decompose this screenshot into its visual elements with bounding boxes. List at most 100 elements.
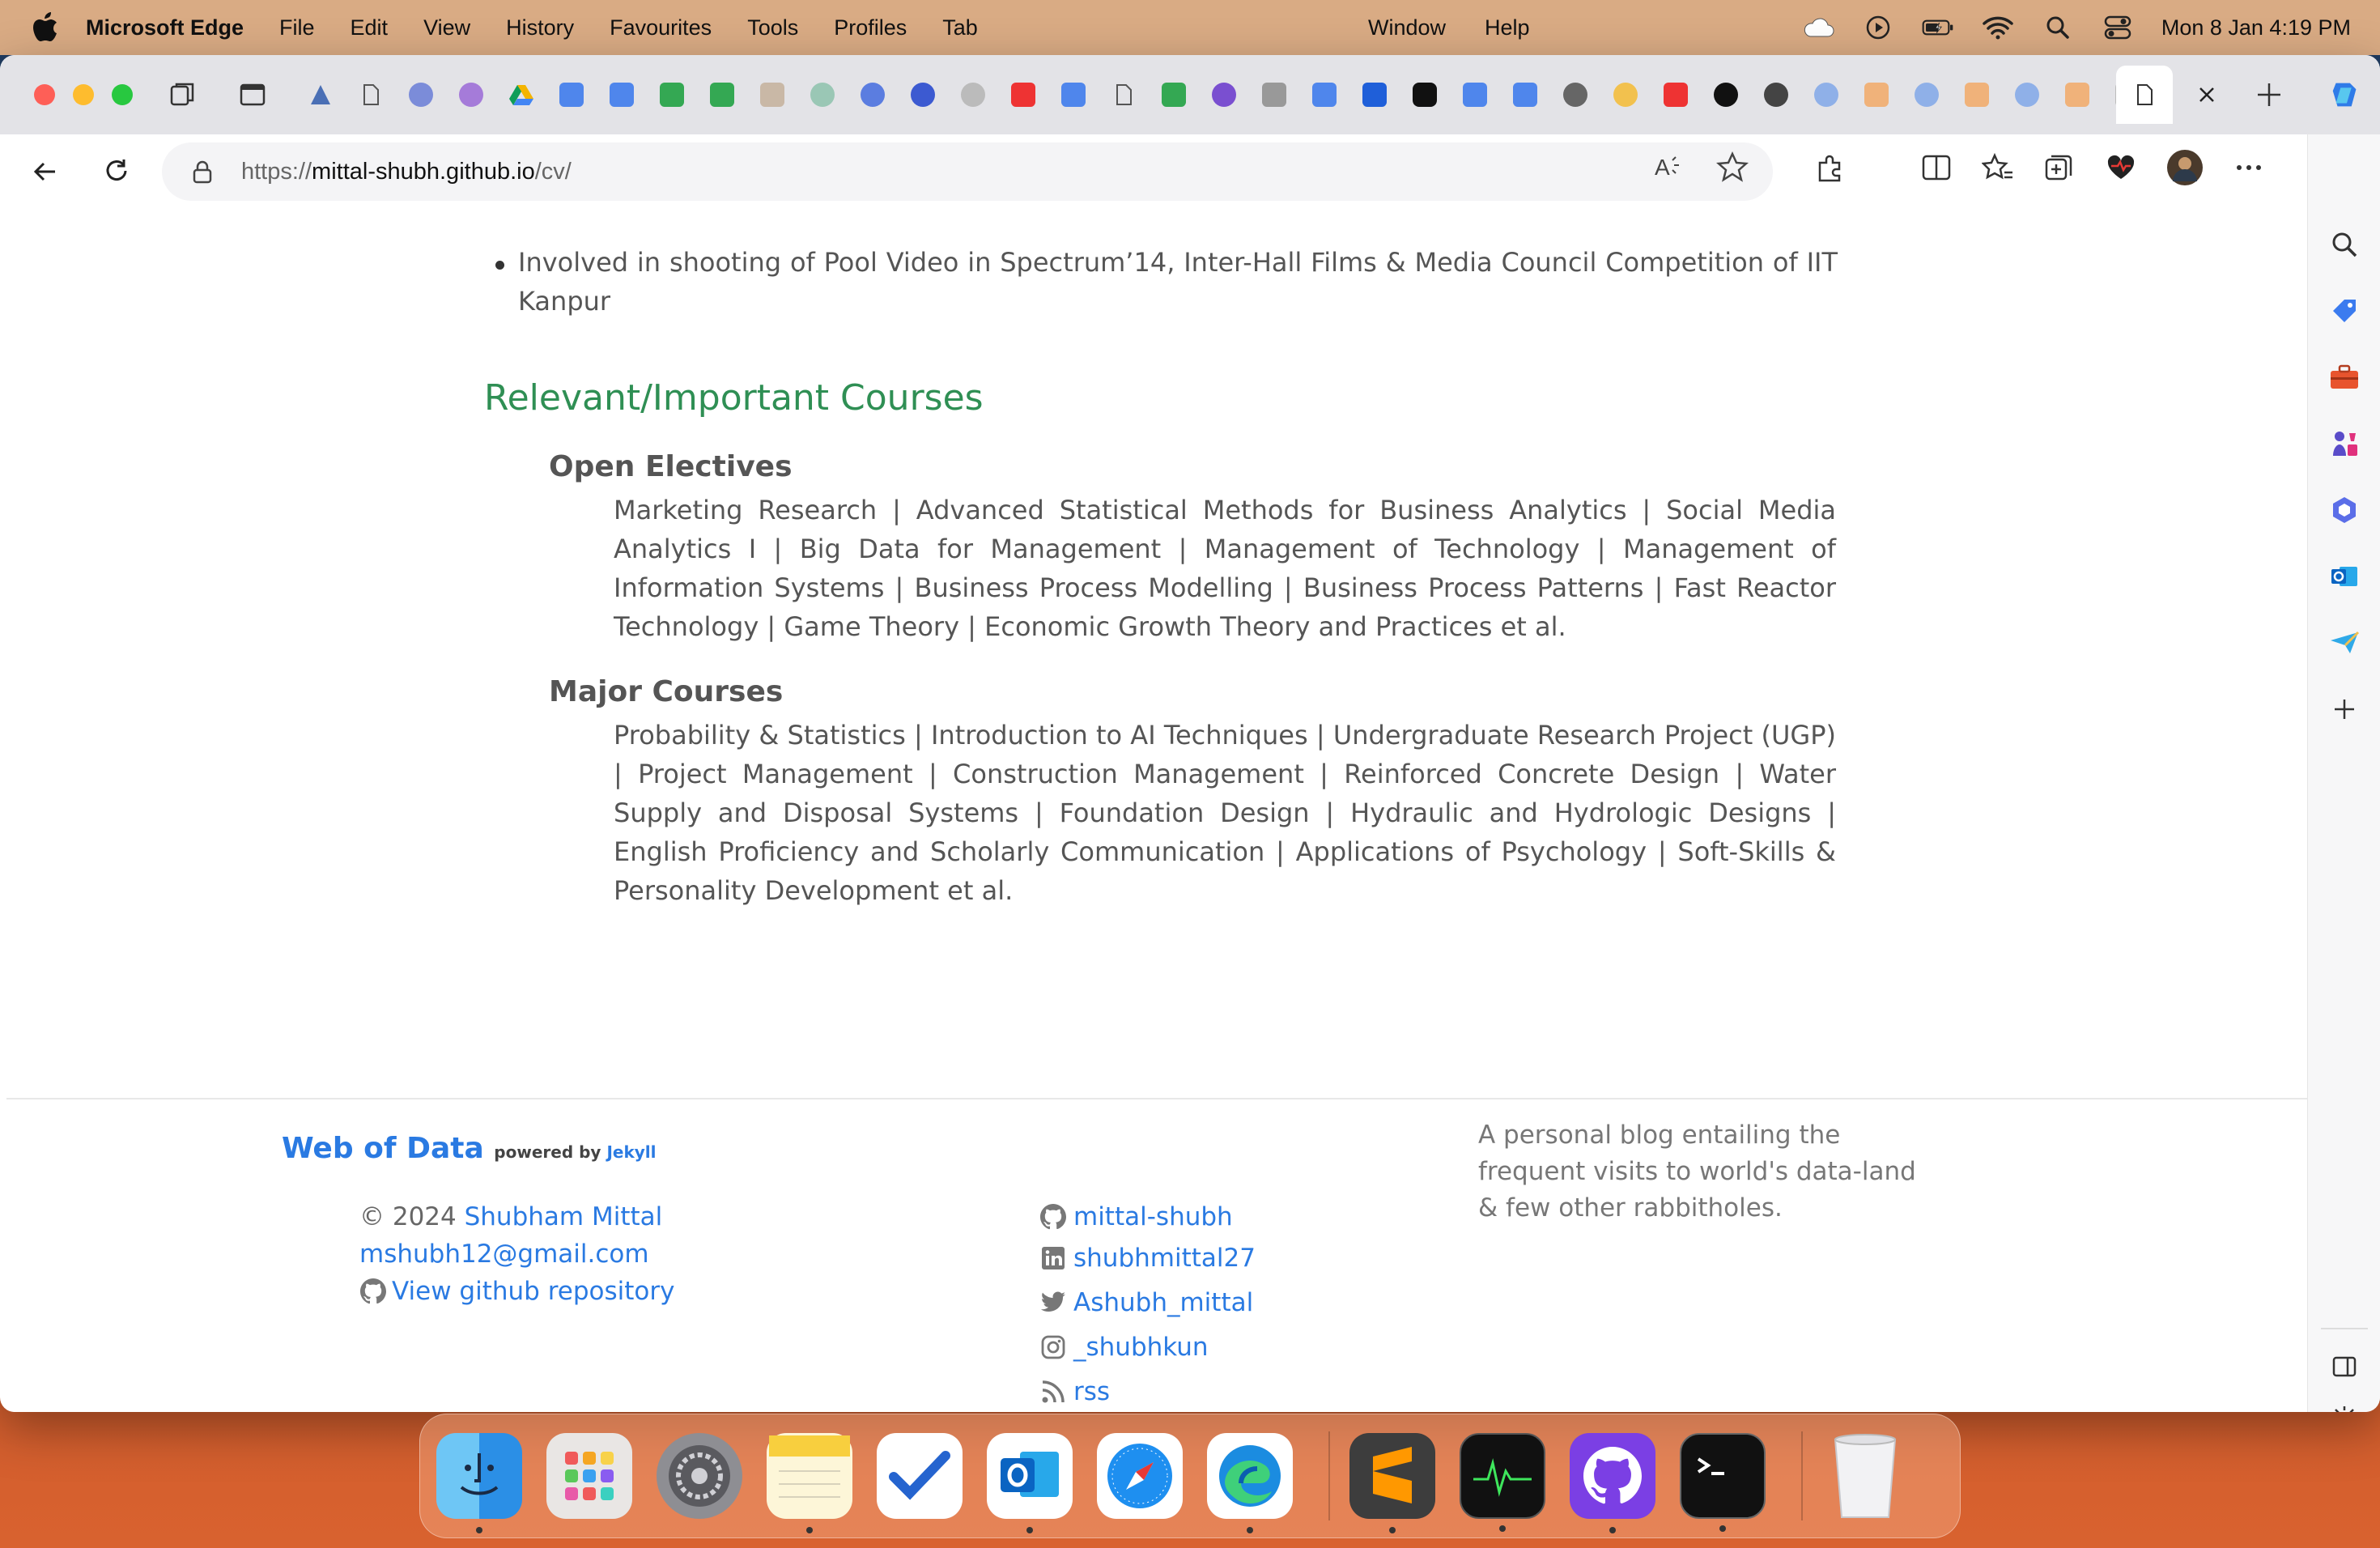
tab-google-docs-icon[interactable] xyxy=(1509,79,1541,111)
tab-favicon[interactable] xyxy=(756,79,788,111)
menu-file[interactable]: File xyxy=(279,15,315,40)
back-button[interactable] xyxy=(23,149,68,194)
close-window-button[interactable] xyxy=(34,84,55,105)
outlook-app-icon[interactable] xyxy=(987,1433,1073,1533)
tab-document-icon[interactable] xyxy=(355,79,387,111)
copilot-icon[interactable] xyxy=(2328,77,2364,113)
apple-menu-icon[interactable] xyxy=(29,11,62,44)
microsoft-365-icon[interactable] xyxy=(2325,491,2364,529)
hide-sidebar-icon[interactable] xyxy=(2325,1347,2364,1386)
menu-window[interactable]: Window xyxy=(1368,15,1446,40)
profile-avatar[interactable] xyxy=(2166,149,2204,189)
tab-google-docs-icon[interactable] xyxy=(1057,79,1090,111)
tab-youtube-icon[interactable] xyxy=(1660,79,1692,111)
close-tab-icon[interactable] xyxy=(2189,77,2225,113)
tab-google-sheets-icon[interactable] xyxy=(706,79,738,111)
sublime-text-icon[interactable] xyxy=(1349,1433,1435,1533)
search-icon[interactable] xyxy=(2325,225,2364,264)
split-screen-icon[interactable] xyxy=(1920,151,1953,187)
menu-tools[interactable]: Tools xyxy=(747,15,798,40)
favorite-star-icon[interactable] xyxy=(1715,151,1749,186)
new-tab-button[interactable] xyxy=(2249,74,2289,115)
menu-edit[interactable]: Edit xyxy=(351,15,389,40)
menu-favourites[interactable]: Favourites xyxy=(610,15,712,40)
outlook-icon[interactable] xyxy=(2325,557,2364,596)
jekyll-link[interactable]: Jekyll xyxy=(606,1142,656,1162)
tab-google-docs-icon[interactable] xyxy=(1358,79,1391,111)
tab-favicon[interactable] xyxy=(1208,79,1240,111)
vertical-tabs-icon[interactable] xyxy=(235,77,270,113)
control-center-icon[interactable] xyxy=(2102,14,2134,41)
notes-icon[interactable] xyxy=(767,1433,852,1533)
more-options-icon[interactable] xyxy=(2233,151,2265,187)
author-link[interactable]: Shubham Mittal xyxy=(465,1202,663,1231)
tab-favicon[interactable] xyxy=(455,79,487,111)
menu-history[interactable]: History xyxy=(506,15,574,40)
spotlight-search-icon[interactable] xyxy=(2042,14,2074,41)
finder-icon[interactable] xyxy=(436,1433,522,1533)
read-aloud-icon[interactable]: A xyxy=(1651,151,1684,186)
menu-help[interactable]: Help xyxy=(1485,15,1530,40)
add-sidebar-app-icon[interactable] xyxy=(2325,690,2364,729)
wifi-icon[interactable] xyxy=(1982,14,2014,41)
tab-favicon[interactable] xyxy=(1258,79,1290,111)
drop-send-icon[interactable] xyxy=(2325,623,2364,662)
microsoft-todo-icon[interactable] xyxy=(877,1433,963,1519)
activity-monitor-icon[interactable] xyxy=(1460,1433,1545,1532)
minimize-window-button[interactable] xyxy=(73,84,94,105)
system-settings-icon[interactable] xyxy=(657,1433,742,1519)
tab-favicon[interactable] xyxy=(957,79,989,111)
sidebar-settings-gear-icon[interactable] xyxy=(2325,1399,2364,1412)
safari-icon[interactable] xyxy=(1097,1433,1183,1519)
tab-chatgpt-icon[interactable] xyxy=(806,79,839,111)
refresh-button[interactable] xyxy=(94,149,139,194)
menu-tab[interactable]: Tab xyxy=(942,15,978,40)
tab-favicon[interactable] xyxy=(907,79,939,111)
tab-favicon[interactable] xyxy=(1609,79,1642,111)
shopping-tag-icon[interactable] xyxy=(2325,291,2364,330)
games-chess-icon[interactable] xyxy=(2325,424,2364,463)
email-link[interactable]: mshubh12@gmail.com xyxy=(359,1240,649,1269)
tab-search-icon[interactable] xyxy=(1910,79,1943,111)
tab-favicon[interactable] xyxy=(1710,79,1742,111)
tab-favicon[interactable] xyxy=(1860,79,1893,111)
tab-google-sheets-icon[interactable] xyxy=(656,79,688,111)
trash-icon[interactable] xyxy=(1822,1433,1908,1519)
github-repo-link[interactable]: View github repository xyxy=(392,1273,674,1310)
extensions-icon[interactable] xyxy=(1813,151,1846,187)
tools-briefcase-icon[interactable] xyxy=(2325,358,2364,397)
tab-favicon[interactable] xyxy=(405,79,437,111)
workspaces-icon[interactable] xyxy=(165,77,201,113)
tab-youtube-icon[interactable] xyxy=(1007,79,1039,111)
tab-google-docs-icon[interactable] xyxy=(1308,79,1341,111)
active-tab[interactable] xyxy=(2116,66,2173,124)
icloud-icon[interactable] xyxy=(1802,14,1834,41)
zoom-window-button[interactable] xyxy=(112,84,133,105)
lock-icon[interactable] xyxy=(186,155,219,188)
microsoft-edge-icon[interactable] xyxy=(1207,1433,1293,1533)
launchpad-icon[interactable] xyxy=(546,1433,632,1519)
clock[interactable]: Mon 8 Jan 4:19 PM xyxy=(2161,15,2351,40)
favorites-icon[interactable] xyxy=(1981,151,2014,187)
tab-github-icon[interactable] xyxy=(1760,79,1792,111)
tab-favicon[interactable] xyxy=(1559,79,1592,111)
tab-search-icon[interactable] xyxy=(2011,79,2043,111)
play-icon[interactable] xyxy=(1862,14,1894,41)
tab-google-docs-icon[interactable] xyxy=(555,79,588,111)
menu-profiles[interactable]: Profiles xyxy=(834,15,907,40)
address-bar[interactable]: https://mittal-shubh.github.io/cv/ A xyxy=(162,142,1773,201)
tab-google-docs-icon[interactable] xyxy=(1459,79,1491,111)
tab-google-docs-icon[interactable] xyxy=(606,79,638,111)
browser-essentials-icon[interactable] xyxy=(2105,151,2137,187)
github-desktop-icon[interactable] xyxy=(1570,1433,1655,1533)
tab-favicon[interactable] xyxy=(1961,79,1993,111)
tab-document-icon[interactable] xyxy=(1107,79,1140,111)
menu-app-name[interactable]: Microsoft Edge xyxy=(86,15,244,40)
collections-icon[interactable] xyxy=(2043,151,2076,187)
tab-google-drive-icon[interactable] xyxy=(505,79,538,111)
instagram-profile-link[interactable]: _shubhkun xyxy=(1073,1329,1209,1366)
tab-favicon[interactable] xyxy=(304,79,337,111)
battery-icon[interactable] xyxy=(1922,14,1954,41)
site-title-link[interactable]: Web of Data xyxy=(282,1132,484,1165)
twitter-profile-link[interactable]: Ashubh_mittal xyxy=(1073,1284,1253,1321)
